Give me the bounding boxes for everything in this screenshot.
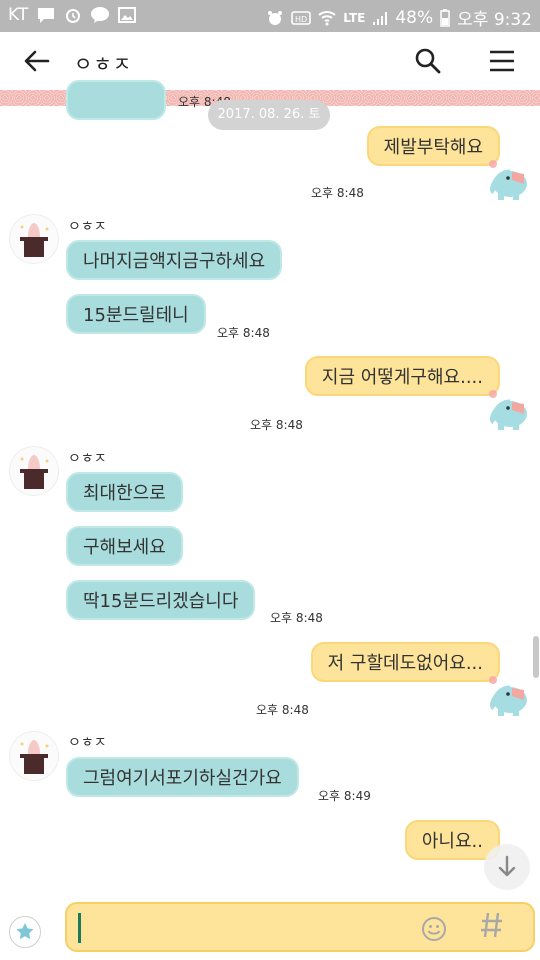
message-bubble-received[interactable]: 15분드릴테니	[66, 294, 206, 334]
message-time: 오후 8:48	[311, 186, 364, 200]
chat-title: ㅇㅎㅈ	[74, 52, 133, 76]
emoticon-star-button[interactable]	[9, 916, 41, 948]
message-bubble-received[interactable]: 나머지금액지금구하세요	[66, 240, 283, 280]
message-bubble-received[interactable]: 딱15분드리겠습니다	[66, 580, 256, 620]
date-divider: 2017. 08. 26. 토	[208, 100, 330, 130]
hd-icon: HD	[291, 10, 312, 25]
message-time: 오후 8:48	[217, 326, 270, 340]
input-bar	[0, 898, 540, 960]
message-bubble-received[interactable]: 최대한으로	[66, 472, 183, 512]
message-bubble-received[interactable]: 그럼여기서포기하실건가요	[66, 757, 299, 797]
menu-icon[interactable]	[488, 48, 516, 74]
sender-name: ㅇㅎㅈ	[68, 219, 107, 235]
alarm-icon	[66, 9, 81, 23]
message-time: 오후 8:48	[250, 418, 303, 432]
battery-icon	[440, 8, 450, 27]
message-bubble-sent[interactable]: 제발부탁해요	[366, 126, 500, 166]
text-cursor	[78, 913, 81, 943]
svg-text:HD: HD	[295, 15, 307, 24]
sender-avatar[interactable]	[9, 731, 59, 781]
message-bubble-sent[interactable]: 저 구할데도없어요...	[310, 642, 500, 682]
wifi-icon	[318, 10, 336, 25]
message-time: 오후 8:49	[318, 789, 371, 803]
status-bar: KT HD LTE 48% 오후 9:32	[0, 0, 540, 32]
arrow-down-icon	[498, 855, 516, 877]
clock-label: 오후 9:32	[457, 10, 532, 30]
partial-bubble	[66, 80, 166, 120]
message-time: 오후 8:48	[270, 611, 323, 625]
image-icon	[118, 7, 137, 23]
avatar-hat-icon	[20, 223, 49, 257]
avatar-hat-icon	[20, 740, 49, 774]
signal-icon	[373, 11, 388, 25]
carrier-label: KT	[8, 5, 29, 25]
sender-avatar[interactable]	[9, 214, 59, 264]
message-time: 오후 8:48	[256, 703, 309, 717]
sender-name: ㅇㅎㅈ	[68, 451, 107, 467]
chat-area[interactable]: 오후 8:48 2017. 08. 26. 토 제발부탁해요 오후 8:48 ㅇ…	[0, 80, 540, 898]
alarm-clock-icon	[268, 10, 283, 25]
avatar-hat-icon	[20, 455, 49, 489]
chat-scrollbar[interactable]	[533, 636, 539, 678]
status-right: HD LTE 48% 오후 9:32	[266, 5, 532, 30]
back-arrow-icon[interactable]	[22, 46, 52, 76]
sender-name: ㅇㅎㅈ	[68, 735, 107, 751]
search-icon[interactable]	[413, 46, 443, 76]
message-input[interactable]	[65, 902, 535, 952]
hash-icon[interactable]	[479, 909, 505, 941]
chat-notification-icon	[38, 8, 55, 23]
emoticon-star-icon	[16, 923, 34, 940]
network-label: LTE	[343, 10, 366, 25]
battery-label: 48%	[395, 7, 434, 28]
message-bubble-sent[interactable]: 지금 어떻게구해요....	[304, 356, 500, 396]
status-left: KT	[8, 5, 137, 25]
elephant-sticker-icon	[489, 676, 527, 716]
elephant-sticker-icon	[489, 390, 527, 430]
sender-avatar[interactable]	[9, 446, 59, 496]
talk-icon	[91, 7, 110, 23]
elephant-sticker-icon	[489, 160, 527, 200]
scroll-to-bottom-button[interactable]	[484, 844, 530, 890]
message-bubble-received[interactable]: 구해보세요	[66, 526, 183, 566]
smile-icon[interactable]	[421, 916, 447, 942]
